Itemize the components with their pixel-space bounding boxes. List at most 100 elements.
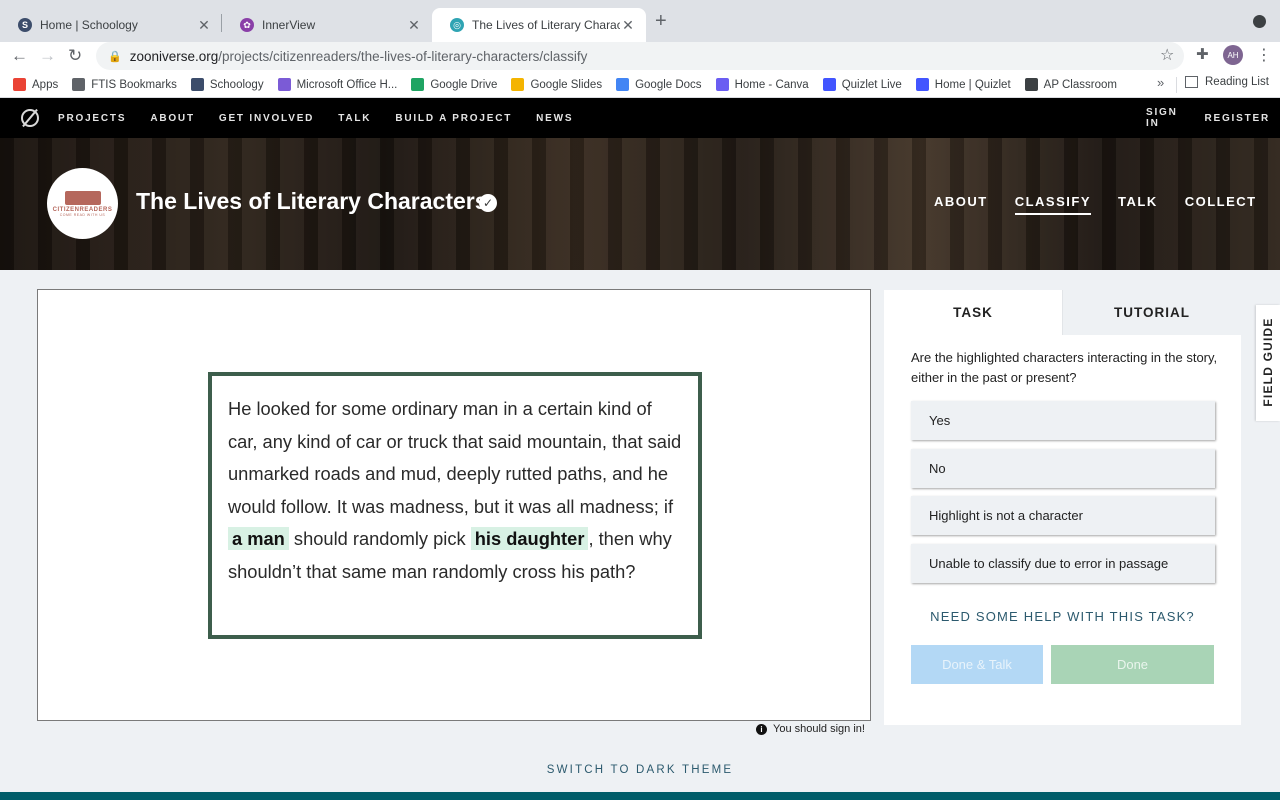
reading-list-button[interactable]: Reading List: [1185, 76, 1269, 88]
bookmark-icon: [277, 78, 291, 91]
tab-search-icon[interactable]: [1253, 15, 1266, 28]
bookmark-label: Google Drive: [430, 78, 498, 91]
bookmark-item[interactable]: Schoology: [190, 78, 264, 91]
more-bookmarks-icon[interactable]: »: [1157, 75, 1164, 90]
highlight-character-1: a man: [228, 527, 289, 551]
schoology-icon: S: [18, 18, 32, 32]
zooniverse-nav: PROJECTS ABOUT GET INVOLVED TALK BUILD A PRO…: [0, 98, 1280, 138]
subject-passage: He looked for some ordinary man in a cer…: [208, 372, 702, 639]
lock-icon: 🔒: [108, 50, 122, 63]
zooniverse-logo-icon[interactable]: [21, 109, 39, 127]
register-link[interactable]: REGISTER: [1204, 113, 1270, 124]
bookmarks-list: Apps FTIS Bookmarks Schoology Microsoft Off…: [0, 78, 1131, 91]
back-arrow-icon[interactable]: ←: [11, 46, 28, 66]
bookmark-icon: [72, 78, 86, 91]
profile-avatar[interactable]: AH: [1223, 45, 1243, 65]
bookmark-icon: [511, 78, 525, 91]
bookmark-icon: [822, 78, 836, 91]
answer-no-button[interactable]: No: [911, 449, 1215, 488]
project-header: CITIZENREADERS COME READ WITH US The Liv…: [0, 138, 1280, 270]
browser-tab-zooniverse[interactable]: ◎ The Lives of Literary Characters ✕: [432, 8, 646, 42]
site-nav-link[interactable]: ABOUT: [150, 113, 195, 124]
bookmark-label: Quizlet Live: [841, 78, 902, 91]
tab-title: InnerView: [262, 18, 316, 32]
extensions-puzzle-icon[interactable]: ✚: [1196, 45, 1209, 63]
browser-tab-strip: S Home | Schoology ✕ ✿ InnerView ✕ ◎ The…: [0, 0, 1280, 42]
subject-viewer: He looked for some ordinary man in a cer…: [37, 289, 871, 721]
project-tab-classify[interactable]: CLASSIFY: [1014, 194, 1092, 215]
url-host: zooniverse.org: [129, 48, 219, 64]
site-nav-link[interactable]: GET INVOLVED: [219, 113, 314, 124]
site-nav-link[interactable]: BUILD A PROJECT: [395, 113, 512, 124]
bookmark-icon: [915, 78, 929, 91]
bookmark-item[interactable]: Quizlet Live: [822, 78, 902, 91]
browser-menu-icon[interactable]: ⋮: [1256, 45, 1272, 65]
url-path: /projects/citizenreaders/the-lives-of-li…: [218, 48, 588, 64]
bookmark-item[interactable]: Google Slides: [511, 78, 602, 91]
bookmark-label: Schoology: [209, 78, 264, 91]
new-tab-plus-icon[interactable]: +: [655, 10, 667, 33]
project-title[interactable]: The Lives of Literary Characters: [136, 188, 488, 215]
close-tab-icon[interactable]: ✕: [620, 17, 636, 34]
site-nav-links: PROJECTS ABOUT GET INVOLVED TALK BUILD A PRO…: [58, 98, 597, 138]
bookmark-label: Apps: [32, 78, 59, 91]
bookmark-label: Home - Canva: [734, 78, 809, 91]
bookmark-icon: [13, 78, 26, 91]
verified-check-icon: ✓: [479, 194, 497, 212]
reload-icon[interactable]: ↻: [68, 46, 82, 66]
done-and-talk-button[interactable]: Done & Talk: [911, 645, 1043, 684]
bookmark-item[interactable]: Apps: [13, 78, 58, 91]
highlight-character-2: his daughter: [470, 527, 589, 551]
site-nav-link[interactable]: NEWS: [536, 113, 573, 124]
task-panel: TASK TUTORIAL Are the highlighted charac…: [884, 290, 1241, 725]
project-tab-talk[interactable]: TALK: [1118, 194, 1158, 215]
passage-text: should randomly pick: [288, 528, 471, 550]
tab-title: The Lives of Literary Characters: [472, 18, 620, 32]
bookmark-icon: [616, 78, 630, 91]
bookmark-item[interactable]: Google Drive: [411, 78, 497, 91]
field-guide-label: FIELD GUIDE: [1261, 317, 1275, 407]
bookmark-item[interactable]: Microsoft Office H...: [277, 78, 397, 91]
reading-list-icon: [1185, 76, 1198, 88]
tab-title: Home | Schoology: [40, 18, 138, 32]
books-logo-icon: [64, 190, 101, 205]
bookmark-item[interactable]: Home - Canva: [715, 78, 809, 91]
project-tab-collect[interactable]: COLLECT: [1185, 194, 1257, 215]
bookmark-star-icon[interactable]: ☆: [1160, 45, 1174, 65]
tab-task[interactable]: TASK: [884, 290, 1062, 335]
field-guide-tab[interactable]: FIELD GUIDE: [1256, 305, 1280, 421]
project-avatar[interactable]: CITIZENREADERS COME READ WITH US: [47, 168, 118, 239]
address-bar[interactable]: 🔒 zooniverse.org/projects/citizenreaders…: [96, 42, 1184, 70]
bookmark-item[interactable]: FTIS Bookmarks: [72, 78, 177, 91]
close-tab-icon[interactable]: ✕: [196, 17, 212, 34]
project-tabs: ABOUT CLASSIFY TALK COLLECT: [934, 194, 1280, 215]
bookmark-item[interactable]: Home | Quizlet: [915, 78, 1011, 91]
tab-tutorial[interactable]: TUTORIAL: [1062, 290, 1241, 335]
answer-not-character-button[interactable]: Highlight is not a character: [911, 496, 1215, 535]
dark-theme-toggle[interactable]: SWITCH TO DARK THEME: [0, 764, 1280, 776]
task-help-link[interactable]: NEED SOME HELP WITH THIS TASK?: [884, 609, 1241, 624]
bookmark-icon: [190, 78, 204, 91]
info-icon: i: [756, 723, 767, 735]
sign-in-link[interactable]: SIGN IN: [1146, 107, 1194, 129]
sign-in-notice-text: You should sign in!: [773, 723, 865, 735]
forward-arrow-icon[interactable]: →: [39, 46, 56, 66]
bookmarks-divider: [1176, 77, 1177, 93]
sign-in-notice[interactable]: i You should sign in!: [756, 723, 865, 735]
site-nav-link[interactable]: TALK: [338, 113, 371, 124]
answer-yes-button[interactable]: Yes: [911, 401, 1215, 440]
project-tab-about[interactable]: ABOUT: [934, 194, 988, 215]
bookmark-item[interactable]: AP Classroom: [1024, 78, 1117, 91]
innerview-icon: ✿: [240, 18, 254, 32]
bookmark-label: Google Docs: [635, 78, 702, 91]
answer-error-button[interactable]: Unable to classify due to error in passa…: [911, 544, 1215, 583]
bookmarks-bar: Apps FTIS Bookmarks Schoology Microsoft Off…: [0, 72, 1280, 98]
bookmark-item[interactable]: Google Docs: [616, 78, 702, 91]
done-button[interactable]: Done: [1051, 645, 1214, 684]
bookmark-icon: [411, 78, 425, 91]
bookmark-label: FTIS Bookmarks: [91, 78, 177, 91]
browser-tab-innerview[interactable]: ✿ InnerView ✕: [222, 8, 432, 42]
close-tab-icon[interactable]: ✕: [406, 17, 422, 34]
site-nav-link[interactable]: PROJECTS: [58, 113, 126, 124]
browser-tab-schoology[interactable]: S Home | Schoology ✕: [0, 8, 222, 42]
